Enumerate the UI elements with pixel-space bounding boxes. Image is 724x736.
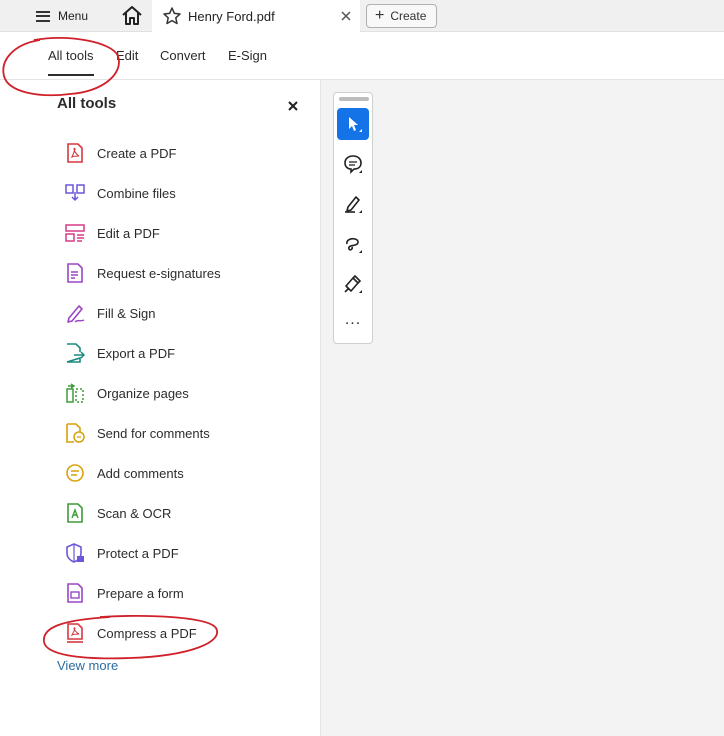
tool-item-label: Organize pages bbox=[97, 385, 189, 401]
comment-icon bbox=[344, 155, 362, 174]
edit-pdf-icon bbox=[64, 222, 86, 244]
scan-ocr-icon bbox=[64, 502, 86, 524]
quick-tools-bar: ... bbox=[333, 92, 373, 344]
tool-item-label: Fill & Sign bbox=[97, 305, 156, 321]
tool-item-prepare-form[interactable]: Prepare a form bbox=[64, 578, 284, 608]
tab-all-tools[interactable]: All tools bbox=[48, 48, 94, 76]
plus-icon: + bbox=[375, 7, 385, 24]
select-tool-button[interactable] bbox=[337, 108, 369, 140]
tool-item-send-comments[interactable]: Send for comments bbox=[64, 418, 284, 448]
view-more-link[interactable]: View more bbox=[57, 658, 118, 673]
sign-tool-button[interactable] bbox=[337, 268, 369, 300]
menu-button[interactable]: Menu bbox=[36, 2, 110, 30]
combine-files-icon bbox=[64, 182, 86, 204]
home-icon bbox=[122, 6, 142, 25]
hamburger-icon bbox=[36, 10, 50, 22]
tab-edit[interactable]: Edit bbox=[116, 48, 138, 63]
tool-item-create-pdf[interactable]: Create a PDF bbox=[64, 138, 284, 168]
tool-item-label: Compress a PDF bbox=[97, 625, 197, 641]
tab-convert[interactable]: Convert bbox=[160, 48, 206, 63]
all-tools-panel: All tools Create a PDF Combine files Edi… bbox=[0, 80, 321, 736]
document-tab[interactable]: Henry Ford.pdf bbox=[152, 0, 360, 32]
lasso-icon bbox=[346, 237, 362, 253]
panel-title: All tools bbox=[57, 95, 117, 112]
document-tab-title: Henry Ford.pdf bbox=[188, 9, 275, 24]
tool-item-export-pdf[interactable]: Export a PDF bbox=[64, 338, 284, 368]
send-comments-icon bbox=[64, 422, 86, 444]
close-panel-icon[interactable] bbox=[286, 99, 300, 113]
tool-item-label: Request e-signatures bbox=[97, 265, 221, 281]
comment-tool-button[interactable] bbox=[337, 148, 369, 180]
create-pdf-icon bbox=[64, 142, 86, 164]
tool-item-label: Send for comments bbox=[97, 425, 210, 441]
highlight-tool-button[interactable] bbox=[337, 188, 369, 220]
home-button[interactable] bbox=[120, 4, 144, 28]
tool-item-add-comments[interactable]: Add comments bbox=[64, 458, 284, 488]
tool-item-compress-pdf[interactable]: Compress a PDF bbox=[64, 618, 284, 648]
tool-item-label: Create a PDF bbox=[97, 145, 177, 161]
tool-tabs-bar: All tools Edit Convert E-Sign bbox=[0, 32, 724, 80]
tool-item-request-esign[interactable]: Request e-signatures bbox=[64, 258, 284, 288]
star-icon[interactable] bbox=[162, 6, 182, 26]
tool-item-edit-pdf[interactable]: Edit a PDF bbox=[64, 218, 284, 248]
tool-item-fill-sign[interactable]: Fill & Sign bbox=[64, 298, 284, 328]
tool-item-label: Combine files bbox=[97, 185, 176, 201]
compress-pdf-icon bbox=[64, 622, 86, 644]
organize-pages-icon bbox=[64, 382, 86, 404]
tool-item-protect-pdf[interactable]: Protect a PDF bbox=[64, 538, 284, 568]
tool-item-label: Add comments bbox=[97, 465, 184, 481]
menu-label: Menu bbox=[58, 9, 89, 23]
app-tab-bar: Menu Henry Ford.pdf + Create bbox=[0, 0, 724, 32]
add-comments-icon bbox=[64, 462, 86, 484]
document-canvas[interactable] bbox=[321, 80, 724, 736]
tool-item-label: Scan & OCR bbox=[97, 505, 172, 521]
tool-item-label: Protect a PDF bbox=[97, 545, 179, 561]
tool-item-label: Export a PDF bbox=[97, 345, 176, 361]
close-tab-icon[interactable] bbox=[340, 10, 352, 22]
create-label: Create bbox=[390, 9, 427, 23]
highlighter-icon bbox=[345, 196, 362, 213]
tool-item-scan-ocr[interactable]: Scan & OCR bbox=[64, 498, 284, 528]
fill-sign-icon bbox=[64, 302, 86, 324]
tool-item-combine-files[interactable]: Combine files bbox=[64, 178, 284, 208]
draw-tool-button[interactable] bbox=[337, 228, 369, 260]
prepare-form-icon bbox=[64, 582, 86, 604]
tool-item-organize-pages[interactable]: Organize pages bbox=[64, 378, 284, 408]
tool-item-label: Edit a PDF bbox=[97, 225, 160, 241]
tab-esign[interactable]: E-Sign bbox=[228, 48, 267, 63]
request-esign-icon bbox=[64, 262, 86, 284]
export-pdf-icon bbox=[64, 342, 86, 364]
protect-pdf-icon bbox=[64, 542, 86, 564]
tool-item-label: Prepare a form bbox=[97, 585, 184, 601]
cursor-icon bbox=[349, 117, 362, 132]
pen-sign-icon bbox=[344, 274, 362, 293]
create-button[interactable]: + Create bbox=[366, 4, 437, 28]
more-tools-button[interactable]: ... bbox=[334, 311, 372, 329]
drag-handle[interactable] bbox=[339, 97, 369, 101]
